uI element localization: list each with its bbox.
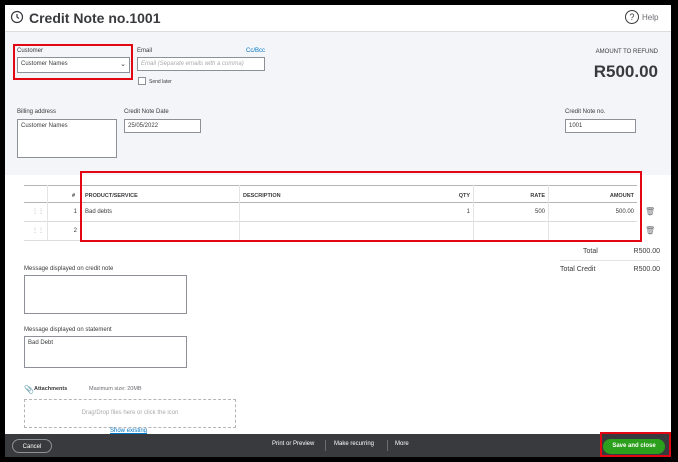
attachments-label: Attachments — [34, 386, 68, 392]
make-recurring-button[interactable]: Make recurring — [334, 441, 374, 447]
row-num: 1 — [73, 209, 77, 215]
save-and-close-button[interactable]: Save and close — [603, 439, 665, 454]
col-divider — [473, 185, 474, 240]
trash-icon[interactable]: 🗑 — [645, 207, 655, 216]
billing-address-input[interactable]: Customer Names — [17, 119, 117, 158]
statement-message-input[interactable]: Bad Debt — [24, 336, 187, 368]
email-input[interactable]: Email (Separate emails with a comma) — [137, 57, 265, 71]
table-top-line — [24, 185, 637, 186]
credit-note-date-label: Credit Note Date — [124, 109, 169, 115]
col-header-description: DESCRIPTION — [243, 193, 281, 199]
paperclip-icon[interactable]: 📎 — [24, 385, 34, 394]
col-divider — [548, 185, 549, 240]
credit-note-window: Credit Note no.1001 ? Help Customer Cust… — [5, 5, 671, 457]
col-header-product: PRODUCT/SERVICE — [85, 193, 138, 199]
page-title: Credit Note no.1001 — [29, 10, 161, 26]
customer-label: Customer — [17, 48, 44, 54]
footer-separator — [387, 440, 388, 451]
cc-bcc-link[interactable]: Cc/Bcc — [246, 48, 265, 54]
help-icon[interactable]: ? — [625, 10, 639, 24]
total-credit-value: R500.00 — [633, 266, 660, 273]
total-value: R500.00 — [633, 248, 660, 255]
customer-value: Customer Names — [21, 61, 68, 67]
row-rate[interactable]: 500 — [515, 209, 545, 215]
col-header-rate: RATE — [530, 193, 545, 199]
drag-handle-icon[interactable]: ⋮⋮ — [32, 208, 44, 215]
send-later-label: Send later — [149, 79, 172, 85]
col-divider — [47, 185, 48, 240]
credit-message-input[interactable] — [24, 275, 187, 314]
total-credit-label: Total Credit — [560, 266, 596, 273]
credit-note-date-input[interactable]: 25/05/2022 — [124, 119, 201, 133]
footer-bar: Cancel Print or Preview Make recurring M… — [5, 434, 671, 457]
drag-handle-icon[interactable]: ⋮⋮ — [32, 227, 44, 234]
credit-note-no-input[interactable]: 1001 — [565, 119, 636, 133]
send-later-checkbox[interactable] — [138, 77, 146, 85]
statement-message-label: Message displayed on statement — [24, 327, 112, 333]
chevron-down-icon: ⌄ — [120, 61, 126, 68]
more-button[interactable]: More — [395, 441, 409, 447]
trash-icon[interactable]: 🗑 — [645, 226, 655, 235]
row-product[interactable]: Bad debts — [85, 209, 112, 215]
row-1-line — [24, 221, 637, 222]
col-divider — [239, 185, 240, 240]
attachments-dropzone[interactable]: Drag/Drop files here or click the icon — [24, 399, 236, 428]
attachments-max-size: Maximum size: 20MB — [89, 386, 142, 392]
row-amount[interactable]: 500.00 — [595, 209, 634, 215]
credit-note-no-label: Credit Note no. — [565, 109, 606, 115]
credit-message-label: Message displayed on credit note — [24, 266, 114, 272]
customer-select[interactable]: Customer Names ⌄ — [17, 57, 130, 73]
amount-to-refund-label: AMOUNT TO REFUND — [595, 49, 658, 55]
col-header-amount: AMOUNT — [609, 193, 634, 199]
row-2-line — [24, 240, 637, 241]
table-header-line — [24, 202, 637, 203]
col-header-num: # — [72, 193, 76, 199]
footer-separator — [325, 440, 326, 451]
total-label: Total — [583, 248, 598, 255]
header: Credit Note no.1001 ? Help — [5, 5, 671, 32]
row-num: 2 — [73, 228, 77, 234]
col-divider — [81, 185, 82, 240]
email-label: Email — [137, 48, 153, 54]
history-icon[interactable] — [10, 10, 24, 24]
amount-to-refund-value: R500.00 — [593, 62, 658, 81]
col-header-qty: QTY — [458, 193, 470, 199]
totals-divider — [560, 260, 660, 261]
print-preview-button[interactable]: Print or Preview — [272, 441, 314, 447]
billing-address-label: Billing address — [17, 109, 57, 115]
help-link[interactable]: Help — [642, 13, 658, 22]
row-qty[interactable]: 1 — [445, 209, 470, 215]
cancel-button[interactable]: Cancel — [12, 439, 52, 453]
